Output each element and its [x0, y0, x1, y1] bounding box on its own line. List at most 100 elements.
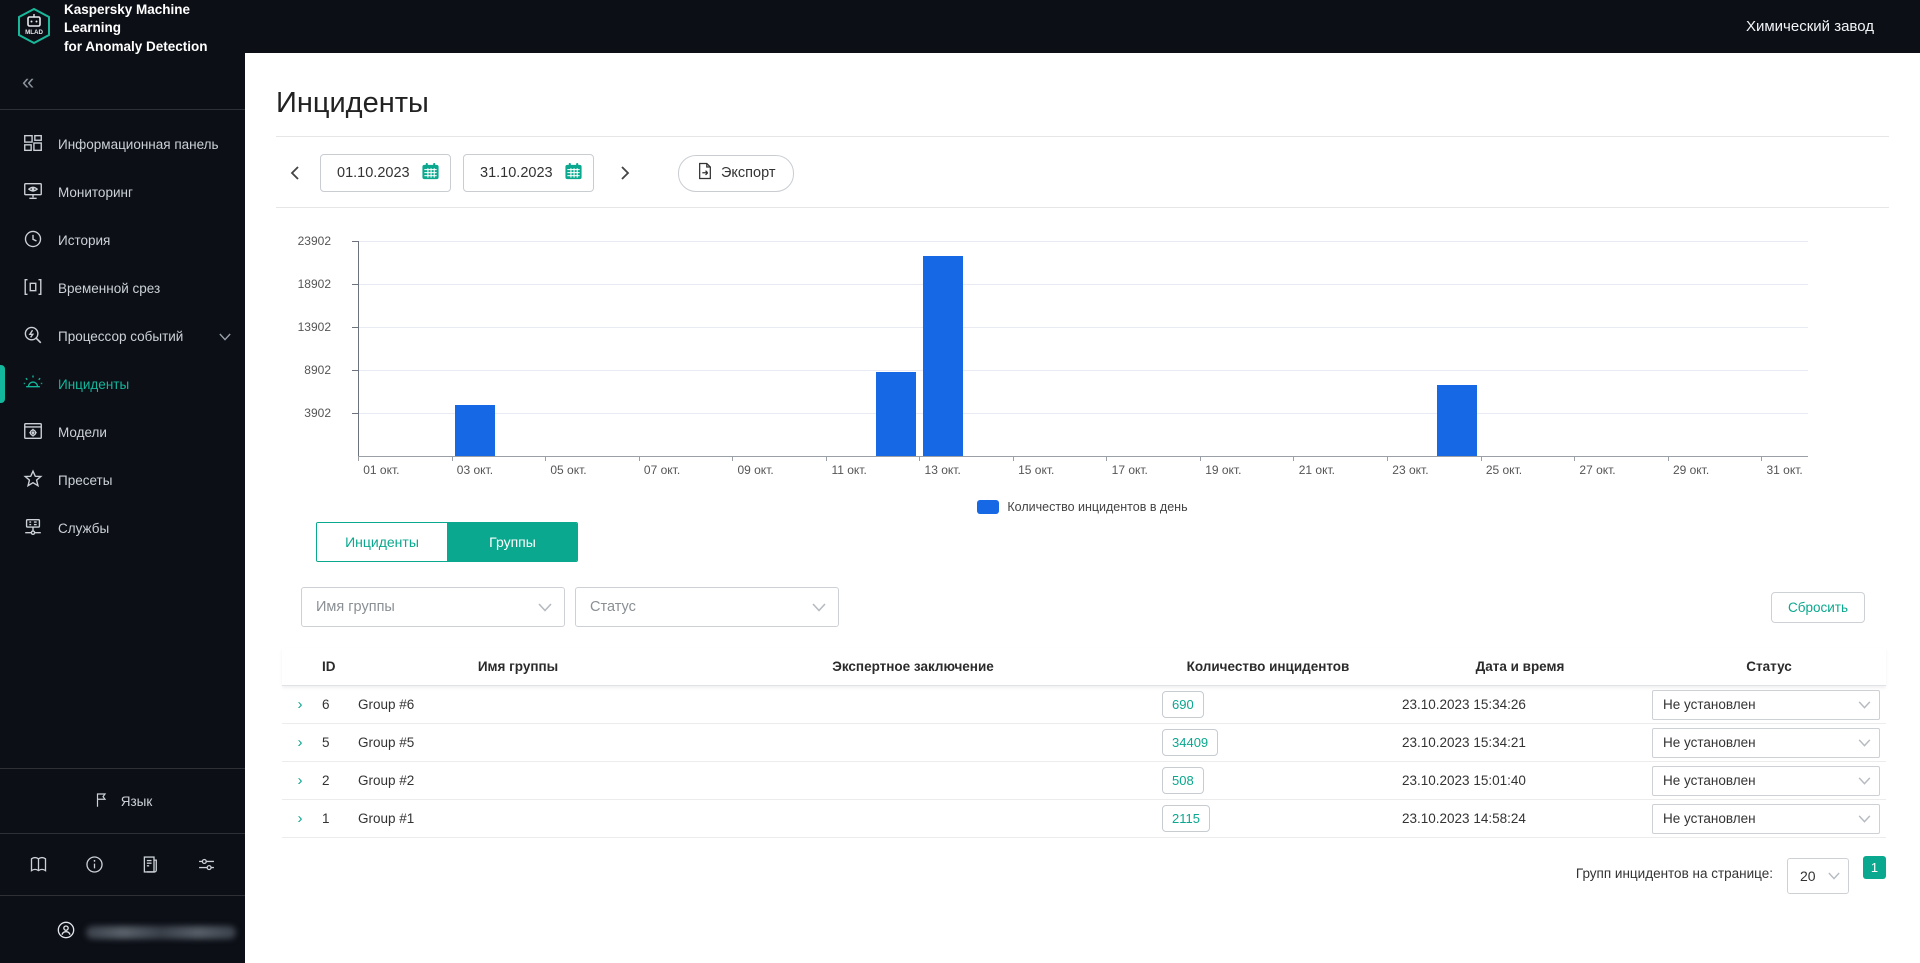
view-tabs: ИнцидентыГруппы: [316, 522, 578, 562]
svg-text:MLAD: MLAD: [25, 29, 43, 36]
cell-status: Не установлен: [1652, 804, 1886, 834]
per-page-select[interactable]: 20: [1787, 858, 1849, 894]
y-axis-line: [358, 241, 359, 456]
row-expander-icon[interactable]: ›: [282, 772, 318, 789]
row-status-select[interactable]: Не установлен: [1652, 690, 1880, 720]
table-row-group-1: ›1Group #1211523.10.2023 14:58:24Не уста…: [282, 800, 1886, 838]
user-account-button[interactable]: [0, 906, 245, 963]
sidebar-collapse-button[interactable]: «: [22, 71, 52, 93]
sidebar-divider: [0, 833, 245, 834]
gridline: [358, 241, 1808, 242]
bar-day-24[interactable]: [1437, 385, 1477, 456]
bar-day-13[interactable]: [923, 256, 963, 456]
sidebar-item-history[interactable]: История: [0, 216, 245, 264]
prev-period-button[interactable]: [282, 160, 308, 186]
page-number-button[interactable]: 1: [1863, 856, 1886, 879]
per-page-value: 20: [1800, 868, 1816, 884]
export-button[interactable]: Экспорт: [678, 155, 794, 192]
date-to-value: 31.10.2023: [480, 165, 553, 181]
x-axis-label: 01 окт.: [363, 463, 399, 477]
services-icon: [22, 516, 44, 541]
date-toolbar: 01.10.2023 31.10.2023: [276, 154, 1889, 192]
calendar-icon[interactable]: [421, 162, 440, 185]
sidebar-item-incidents[interactable]: Инциденты: [0, 360, 245, 408]
sidebar-item-label: Службы: [58, 521, 231, 536]
reset-filters-button[interactable]: Сбросить: [1771, 592, 1865, 623]
status-filter-placeholder: Статус: [590, 599, 636, 615]
groups-table: IDИмя группыЭкспертное заключениеКоличес…: [282, 648, 1886, 838]
language-selector[interactable]: Язык: [0, 779, 245, 823]
group-name-filter-select[interactable]: Имя группы: [301, 587, 565, 627]
chevron-down-icon: [812, 603, 826, 612]
x-axis-tick: [452, 456, 453, 461]
cell-incident-count: 690: [1148, 691, 1388, 718]
y-axis-label: 8902: [304, 363, 331, 377]
monitoring-icon: [22, 180, 44, 205]
calendar-icon[interactable]: [564, 162, 583, 185]
row-status-select[interactable]: Не установлен: [1652, 766, 1880, 796]
date-from-input[interactable]: 01.10.2023: [320, 154, 451, 192]
cell-group-name: Group #1: [358, 811, 678, 826]
main-content: Инциденты 01.10.2023 31: [245, 53, 1920, 963]
tab-incidents[interactable]: Инциденты: [317, 523, 447, 561]
cell-group-name: Group #6: [358, 697, 678, 712]
x-axis-tick: [545, 456, 546, 461]
group-name-filter-placeholder: Имя группы: [316, 599, 395, 615]
org-name-label: Химический завод: [1746, 18, 1874, 35]
row-status-select[interactable]: Не установлен: [1652, 728, 1880, 758]
incident-count-badge[interactable]: 690: [1162, 691, 1204, 718]
settings-icon[interactable]: [196, 854, 217, 875]
chart-legend[interactable]: Количество инцидентов в день: [276, 500, 1889, 514]
status-filter-select[interactable]: Статус: [575, 587, 839, 627]
info-icon[interactable]: [84, 854, 105, 875]
dashboard-icon: [22, 132, 44, 157]
cell-id: 6: [318, 697, 358, 712]
incident-count-badge[interactable]: 2115: [1162, 805, 1210, 832]
row-status-select[interactable]: Не установлен: [1652, 804, 1880, 834]
y-axis-label: 23902: [298, 234, 331, 248]
row-expander-icon[interactable]: ›: [282, 696, 318, 713]
date-to-input[interactable]: 31.10.2023: [463, 154, 594, 192]
y-axis-label: 3902: [304, 406, 331, 420]
sidebar-item-services[interactable]: Службы: [0, 504, 245, 552]
x-axis-label: 29 окт.: [1673, 463, 1709, 477]
table-body: ›6Group #669023.10.2023 15:34:26Не устан…: [282, 686, 1886, 838]
sidebar-item-label: Инциденты: [58, 377, 231, 392]
sidebar-item-models[interactable]: Модели: [0, 408, 245, 456]
bar-day-12[interactable]: [876, 372, 916, 456]
bar-day-3[interactable]: [455, 405, 495, 456]
x-axis-tick: [1106, 456, 1107, 461]
book-icon[interactable]: [28, 854, 49, 875]
col-header-id: ID: [318, 659, 358, 674]
sidebar-item-presets[interactable]: Пресеты: [0, 456, 245, 504]
x-axis-tick: [1200, 456, 1201, 461]
release-notes-icon[interactable]: [140, 854, 161, 875]
sidebar-item-event-processor[interactable]: Процессор событий: [0, 312, 245, 360]
tab-groups[interactable]: Группы: [447, 523, 577, 561]
row-status-value: Не установлен: [1663, 697, 1756, 712]
sidebar-item-monitoring[interactable]: Мониторинг: [0, 168, 245, 216]
sidebar-item-label: Мониторинг: [58, 185, 231, 200]
sidebar-item-dashboard[interactable]: Информационная панель: [0, 120, 245, 168]
col-header-incident-count: Количество инцидентов: [1148, 659, 1388, 674]
x-axis-tick: [1481, 456, 1482, 461]
incident-count-badge[interactable]: 34409: [1162, 729, 1218, 756]
row-status-value: Не установлен: [1663, 811, 1756, 826]
sidebar-item-time-slice[interactable]: Временной срез: [0, 264, 245, 312]
incident-count-badge[interactable]: 508: [1162, 767, 1204, 794]
mlad-logo-icon: MLAD: [14, 6, 54, 51]
app-title: Kaspersky Machine Learning for Anomaly D…: [64, 1, 235, 56]
filters-row: Имя группы Статус Сбросить: [301, 587, 1889, 627]
chevron-down-icon: [219, 329, 231, 344]
event-processor-icon: [22, 324, 44, 349]
table-row-group-2: ›2Group #250823.10.2023 15:01:40Не устан…: [282, 762, 1886, 800]
sidebar-item-label: История: [58, 233, 231, 248]
chevron-down-icon: [1858, 777, 1871, 785]
row-expander-icon[interactable]: ›: [282, 810, 318, 827]
next-period-button[interactable]: [612, 160, 638, 186]
export-label: Экспорт: [721, 165, 775, 181]
user-avatar-icon: [56, 920, 76, 945]
row-expander-icon[interactable]: ›: [282, 734, 318, 751]
cell-incident-count: 508: [1148, 767, 1388, 794]
x-axis-label: 13 окт.: [925, 463, 961, 477]
